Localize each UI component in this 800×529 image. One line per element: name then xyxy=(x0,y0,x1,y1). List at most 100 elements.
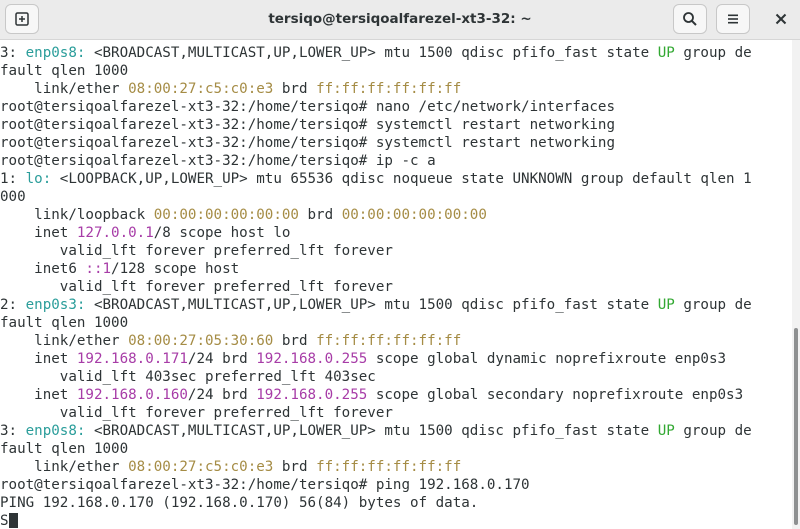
terminal-text: UP xyxy=(657,297,675,313)
terminal-line: inet 192.168.0.171/24 brd 192.168.0.255 … xyxy=(0,350,792,368)
terminal-text: PING 192.168.0.170 (192.168.0.170) 56(84… xyxy=(0,495,479,511)
terminal-line: link/ether 08:00:27:c5:c0:e3 brd ff:ff:f… xyxy=(0,458,792,476)
terminal-text: 3: xyxy=(0,45,26,61)
terminal-line: valid_lft forever preferred_lft forever xyxy=(0,278,792,296)
terminal-text: 192.168.0.255 xyxy=(256,351,368,367)
terminal-text: 1: xyxy=(0,171,26,187)
terminal-text: <BROADCAST,MULTICAST,UP,LOWER_UP> mtu 15… xyxy=(85,45,658,61)
terminal-text: /8 scope host lo xyxy=(153,225,291,241)
terminal-text: 00:00:00:00:00:00 xyxy=(153,207,299,223)
terminal-text: link/ether xyxy=(0,459,129,475)
terminal-text: link/loopback xyxy=(0,207,154,223)
terminal-text: UP xyxy=(657,45,675,61)
terminal-text: root@tersiqoalfarezel-xt3-32:/home/tersi… xyxy=(0,135,615,151)
terminal-text: scope global dynamic noprefixroute enp0s… xyxy=(367,351,727,367)
new-tab-button[interactable] xyxy=(5,4,39,34)
terminal-text: root@tersiqoalfarezel-xt3-32:/home/tersi… xyxy=(0,477,530,493)
terminal-text: brd xyxy=(298,207,342,223)
new-tab-icon xyxy=(15,12,29,26)
terminal-text: group de xyxy=(674,45,752,61)
hamburger-menu-icon xyxy=(728,14,738,24)
terminal-line: 3: enp0s8: <BROADCAST,MULTICAST,UP,LOWER… xyxy=(0,44,792,62)
terminal-text: /128 scope host xyxy=(111,261,240,277)
terminal-window: tersiqo@tersiqoalfarezel-xt3-32: ~ 3: en… xyxy=(0,0,800,529)
terminal-text: inet6 xyxy=(0,261,86,277)
terminal-text: /24 brd xyxy=(187,387,257,403)
terminal-line: 2: enp0s3: <BROADCAST,MULTICAST,UP,LOWER… xyxy=(0,296,792,314)
terminal-text: UP xyxy=(657,423,675,439)
search-button[interactable] xyxy=(673,4,707,34)
terminal-text: inet xyxy=(0,225,77,241)
terminal-text: S xyxy=(0,513,9,529)
terminal-text: 08:00:27:c5:c0:e3 xyxy=(128,81,274,97)
terminal-text: 08:00:27:05:30:60 xyxy=(128,333,274,349)
terminal-text: valid_lft 403sec preferred_lft 403sec xyxy=(0,369,376,385)
terminal-text: group de xyxy=(674,423,752,439)
terminal-text: ff:ff:ff:ff:ff:ff xyxy=(316,81,462,97)
terminal-text: brd xyxy=(273,459,317,475)
terminal-text: lo: xyxy=(25,171,52,187)
terminal-line: valid_lft forever preferred_lft forever xyxy=(0,404,792,422)
terminal-text: link/ether xyxy=(0,333,129,349)
terminal-text: root@tersiqoalfarezel-xt3-32:/home/tersi… xyxy=(0,117,615,133)
terminal-text: valid_lft forever preferred_lft forever xyxy=(0,279,393,295)
terminal-text: enp0s8: xyxy=(25,423,86,439)
terminal-line: fault qlen 1000 xyxy=(0,62,792,80)
terminal-line: PING 192.168.0.170 (192.168.0.170) 56(84… xyxy=(0,494,792,512)
terminal-text: enp0s8: xyxy=(25,45,86,61)
terminal-text: 127.0.0.1 xyxy=(76,225,154,241)
terminal-text: 192.168.0.171 xyxy=(76,351,188,367)
terminal-text: root@tersiqoalfarezel-xt3-32:/home/tersi… xyxy=(0,99,615,115)
terminal-text: enp0s3: xyxy=(25,297,86,313)
menu-button[interactable] xyxy=(716,4,750,34)
terminal-text: <BROADCAST,MULTICAST,UP,LOWER_UP> mtu 15… xyxy=(85,423,658,439)
terminal-text: valid_lft forever preferred_lft forever xyxy=(0,405,393,421)
terminal-text: /24 brd xyxy=(187,351,257,367)
close-icon xyxy=(775,13,787,25)
terminal-text: fault qlen 1000 xyxy=(0,441,129,457)
terminal-text: scope global secondary noprefixroute enp… xyxy=(367,387,744,403)
terminal-text: brd xyxy=(273,333,317,349)
scrollbar[interactable] xyxy=(792,40,800,529)
terminal-text: 00:00:00:00:00:00 xyxy=(341,207,487,223)
terminal-text: 08:00:27:c5:c0:e3 xyxy=(128,459,274,475)
terminal-line: root@tersiqoalfarezel-xt3-32:/home/tersi… xyxy=(0,152,792,170)
terminal-line: inet 127.0.0.1/8 scope host lo xyxy=(0,224,792,242)
terminal-text: <BROADCAST,MULTICAST,UP,LOWER_UP> mtu 15… xyxy=(85,297,658,313)
terminal-line: root@tersiqoalfarezel-xt3-32:/home/tersi… xyxy=(0,134,792,152)
terminal-output[interactable]: 3: enp0s8: <BROADCAST,MULTICAST,UP,LOWER… xyxy=(0,44,792,529)
terminal-text: 000 xyxy=(0,189,26,205)
terminal-text: ::1 xyxy=(85,261,112,277)
terminal-text: inet xyxy=(0,387,77,403)
terminal-line: fault qlen 1000 xyxy=(0,440,792,458)
terminal-text: fault qlen 1000 xyxy=(0,63,129,79)
terminal-line: inet 192.168.0.160/24 brd 192.168.0.255 … xyxy=(0,386,792,404)
terminal-text: 3: xyxy=(0,423,26,439)
terminal-line: root@tersiqoalfarezel-xt3-32:/home/tersi… xyxy=(0,98,792,116)
terminal-text: group de xyxy=(674,297,752,313)
terminal-text: fault qlen 1000 xyxy=(0,315,129,331)
text-cursor xyxy=(8,513,18,528)
terminal-text: 2: xyxy=(0,297,26,313)
terminal-text: ff:ff:ff:ff:ff:ff xyxy=(316,459,462,475)
close-button[interactable] xyxy=(770,8,792,30)
terminal-line: 000 xyxy=(0,188,792,206)
terminal-text: link/ether xyxy=(0,81,129,97)
terminal-line: root@tersiqoalfarezel-xt3-32:/home/tersi… xyxy=(0,116,792,134)
header-bar: tersiqo@tersiqoalfarezel-xt3-32: ~ xyxy=(0,0,800,40)
terminal-line: 3: enp0s8: <BROADCAST,MULTICAST,UP,LOWER… xyxy=(0,422,792,440)
terminal-text: brd xyxy=(273,81,317,97)
window-title: tersiqo@tersiqoalfarezel-xt3-32: ~ xyxy=(268,11,532,27)
search-icon xyxy=(683,12,697,26)
terminal-text: <LOOPBACK,UP,LOWER_UP> mtu 65536 qdisc n… xyxy=(51,171,752,187)
terminal-text: 192.168.0.255 xyxy=(256,387,368,403)
terminal-line: link/loopback 00:00:00:00:00:00 brd 00:0… xyxy=(0,206,792,224)
terminal-text: ff:ff:ff:ff:ff:ff xyxy=(316,333,462,349)
terminal-line: link/ether 08:00:27:c5:c0:e3 brd ff:ff:f… xyxy=(0,80,792,98)
terminal-line: S xyxy=(0,512,792,529)
terminal-line: root@tersiqoalfarezel-xt3-32:/home/tersi… xyxy=(0,476,792,494)
scrollbar-thumb[interactable] xyxy=(794,328,798,525)
terminal-text: inet xyxy=(0,351,77,367)
terminal-line: valid_lft 403sec preferred_lft 403sec xyxy=(0,368,792,386)
terminal-text: root@tersiqoalfarezel-xt3-32:/home/tersi… xyxy=(0,153,436,169)
